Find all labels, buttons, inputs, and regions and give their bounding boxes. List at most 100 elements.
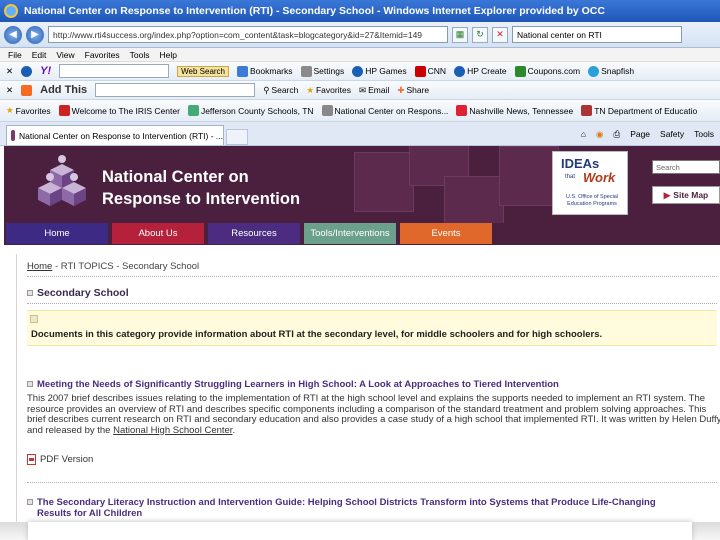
nav-events[interactable]: Events	[400, 223, 492, 244]
favorite-link-rti[interactable]: National Center on Respons...	[321, 105, 448, 116]
addthis-share-button[interactable]: ✚ Share	[397, 85, 429, 96]
header-decoration	[444, 176, 504, 223]
close-toolbar-icon[interactable]: ✕	[6, 66, 13, 77]
yahoo-search-input[interactable]	[59, 64, 170, 78]
category-description: Documents in this category provide infor…	[27, 310, 717, 346]
home-icon[interactable]: ⌂	[581, 129, 586, 139]
divider	[27, 482, 717, 483]
menu-view[interactable]: View	[56, 50, 74, 60]
site-header: National Center on Response to Intervent…	[4, 146, 720, 223]
bottom-panel	[28, 522, 692, 540]
command-bar: ⌂ ◉ ⎙ Page Safety Tools	[581, 124, 714, 144]
page-title: Secondary School	[27, 287, 129, 299]
back-button[interactable]: ◀	[4, 25, 22, 44]
compat-view-icon[interactable]: ▦	[452, 26, 468, 43]
page-menu[interactable]: Page	[630, 129, 650, 139]
menu-bar: File Edit View Favorites Tools Help	[0, 48, 720, 62]
settings-icon	[300, 65, 312, 77]
web-search-button[interactable]: Web Search	[177, 65, 229, 77]
menu-favorites[interactable]: Favorites	[85, 50, 120, 60]
favorites-button[interactable]: ★ Favorites	[6, 105, 51, 116]
cnn-button[interactable]: CNN	[414, 65, 446, 77]
yahoo-logo[interactable]: Y!	[40, 65, 51, 77]
resource-link-struggling-learners[interactable]: Meeting the Needs of Significantly Strug…	[27, 379, 559, 390]
addthis-logo[interactable]: Add This	[40, 84, 87, 96]
hp-create-button[interactable]: HP Create	[454, 65, 507, 77]
addthis-plus-icon	[21, 84, 33, 96]
magnifier-icon: ⚲	[263, 84, 270, 95]
close-toolbar-icon[interactable]: ✕	[6, 85, 13, 96]
page-icon	[187, 105, 199, 116]
tools-menu[interactable]: Tools	[694, 129, 714, 139]
tab-active[interactable]: National Center on Response to Intervent…	[6, 125, 224, 145]
addthis-favorites-button[interactable]: ★ Favorites	[306, 85, 351, 96]
resource-link-literacy-guide[interactable]: The Secondary Literacy Instruction and I…	[27, 497, 656, 519]
hp-icon	[454, 65, 466, 77]
tab-label: National Center on Response to Intervent…	[19, 130, 223, 141]
main-content: Home - RTI TOPICS - Secondary School Sec…	[16, 254, 720, 524]
menu-tools[interactable]: Tools	[130, 50, 150, 60]
coupons-button[interactable]: Coupons.com	[514, 65, 580, 77]
url-input[interactable]: http://www.rti4success.org/index.php?opt…	[48, 26, 448, 43]
resource-description: This 2007 brief describes issues relatin…	[27, 393, 720, 436]
national-high-school-center-link[interactable]: National High School Center	[113, 425, 232, 436]
sitemap-button[interactable]: ▶ Site Map	[652, 186, 720, 204]
snapfish-button[interactable]: Snapfish	[588, 65, 634, 77]
ncrti-cubes-logo[interactable]	[28, 150, 96, 218]
site-title[interactable]: National Center on Response to Intervent…	[102, 166, 300, 210]
page-icon	[581, 105, 593, 116]
yahoo-toolbar: ✕ Y! Web Search Bookmarks Settings HP Ga…	[0, 62, 720, 81]
nav-tools-interventions[interactable]: Tools/Interventions	[304, 223, 396, 244]
menu-edit[interactable]: Edit	[32, 50, 47, 60]
star-icon: ★	[306, 84, 314, 95]
pdf-icon	[27, 454, 36, 465]
hp-icon	[352, 65, 364, 77]
new-tab-button[interactable]	[226, 129, 248, 145]
email-icon: ✉	[358, 84, 367, 95]
header-decoration	[499, 146, 559, 206]
dollar-icon	[514, 65, 526, 77]
bullet-icon	[27, 499, 33, 505]
favorite-link-jefferson[interactable]: Jefferson County Schools, TN	[187, 105, 314, 116]
addthis-search-button[interactable]: ⚲ Search	[263, 85, 298, 96]
safety-menu[interactable]: Safety	[660, 129, 684, 139]
addthis-email-button[interactable]: ✉ Email	[359, 85, 389, 96]
stop-icon[interactable]: ✕	[492, 26, 508, 43]
addthis-search-input[interactable]	[95, 83, 256, 97]
note-icon	[30, 315, 38, 323]
print-icon[interactable]: ⎙	[613, 129, 620, 140]
cnn-icon	[414, 65, 426, 77]
favorite-link-nashville[interactable]: Nashville News, Tennessee	[456, 105, 573, 116]
favorite-link-iris[interactable]: Welcome to The IRIS Center	[58, 105, 180, 116]
feeds-icon[interactable]: ◉	[596, 129, 603, 140]
favorite-link-tn-doe[interactable]: TN Department of Educatio	[581, 105, 697, 116]
ideas-that-work-logo[interactable]: IDEAs that Work U.S. Office of Special E…	[552, 151, 628, 215]
refresh-icon[interactable]: ↻	[472, 26, 488, 43]
snapfish-icon	[588, 65, 600, 77]
hp-logo-icon[interactable]	[21, 65, 33, 77]
bookmarks-button[interactable]: Bookmarks	[237, 65, 293, 77]
nav-about-us[interactable]: About Us	[112, 223, 204, 244]
pdf-version-link[interactable]: PDF Version	[27, 454, 93, 465]
nav-home[interactable]: Home	[6, 223, 108, 244]
browser-search-input[interactable]: National center on RTI	[512, 26, 682, 43]
divider	[27, 303, 717, 304]
site-search-input[interactable]: Search	[652, 160, 720, 174]
bullet-icon	[27, 381, 33, 387]
forward-button[interactable]: ▶	[26, 25, 44, 44]
menu-help[interactable]: Help	[159, 50, 176, 60]
page-icon	[456, 105, 468, 116]
bookmark-icon	[237, 65, 248, 77]
divider	[27, 276, 717, 277]
ie-logo-icon	[4, 4, 18, 18]
settings-button[interactable]: Settings	[300, 65, 344, 77]
arrow-right-icon: ▶	[663, 189, 671, 200]
hp-games-button[interactable]: HP Games	[352, 65, 407, 77]
nav-resources[interactable]: Resources	[208, 223, 300, 244]
breadcrumb: Home - RTI TOPICS - Secondary School	[27, 261, 199, 272]
menu-file[interactable]: File	[8, 50, 22, 60]
page-icon	[11, 130, 16, 141]
star-icon: ★	[6, 105, 14, 115]
breadcrumb-home-link[interactable]: Home	[27, 261, 52, 272]
page-icon	[58, 105, 70, 116]
